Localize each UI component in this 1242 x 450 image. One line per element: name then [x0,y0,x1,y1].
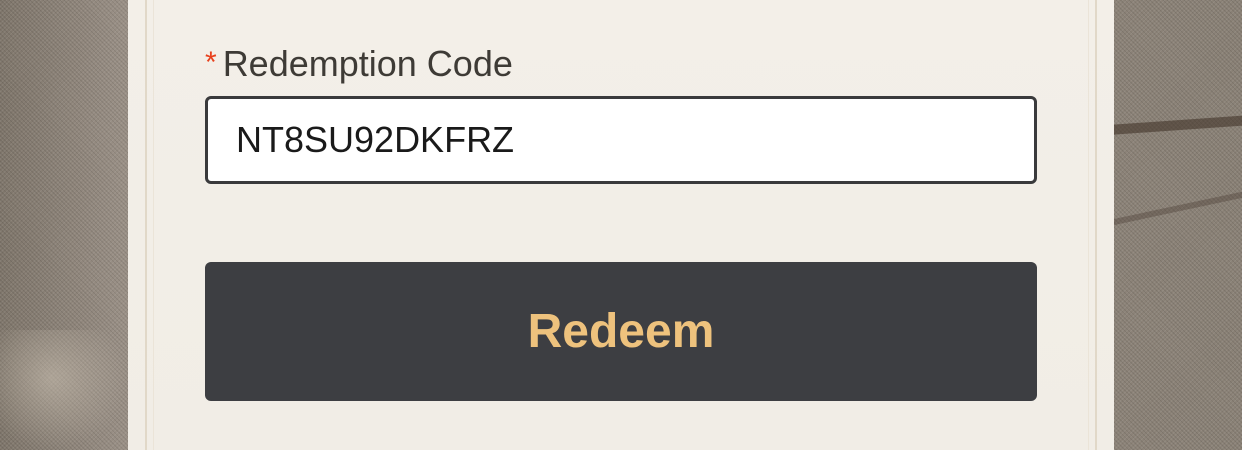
redemption-code-label-text: Redemption Code [222,43,513,84]
redemption-code-label: * Redemption Code [205,42,513,85]
background-decoration [0,330,128,450]
redemption-code-input[interactable] [205,96,1037,184]
background-decoration [1109,115,1242,135]
background-decoration [1110,190,1242,226]
required-mark: * [205,46,217,79]
redemption-panel: *Redemption Code Redeem [128,0,1114,450]
redeem-button[interactable]: Redeem [205,262,1037,401]
